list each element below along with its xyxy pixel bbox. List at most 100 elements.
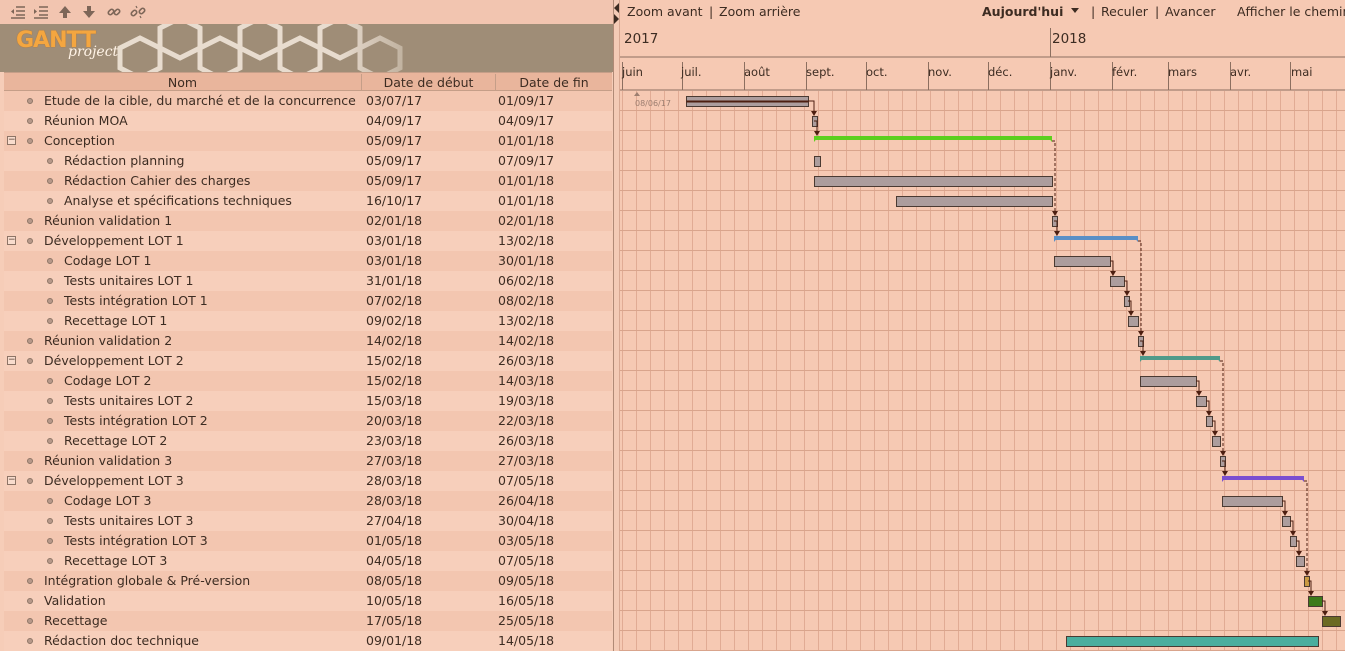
task-start-date[interactable]: 05/09/17 (366, 131, 422, 151)
task-name[interactable]: Recettage LOT 2 (64, 431, 167, 451)
table-row[interactable]: Réunion validation 1 02/01/18 02/01/18 (4, 211, 612, 231)
task-bar[interactable] (1212, 436, 1221, 447)
task-end-date[interactable]: 14/03/18 (498, 371, 554, 391)
task-bar[interactable] (814, 176, 1053, 187)
task-end-date[interactable]: 30/01/18 (498, 251, 554, 271)
task-end-date[interactable]: 08/02/18 (498, 291, 554, 311)
task-start-date[interactable]: 28/03/18 (366, 471, 422, 491)
task-end-date[interactable]: 26/03/18 (498, 431, 554, 451)
task-bar[interactable] (814, 156, 821, 167)
task-name[interactable]: Intégration globale & Pré-version (44, 571, 250, 591)
task-name[interactable]: Tests intégration LOT 3 (64, 531, 208, 551)
task-start-date[interactable]: 04/09/17 (366, 111, 422, 131)
task-start-date[interactable]: 27/04/18 (366, 511, 422, 531)
table-row[interactable]: − Développement LOT 3 28/03/18 07/05/18 (4, 471, 612, 491)
task-start-date[interactable]: 08/05/18 (366, 571, 422, 591)
table-row[interactable]: Réunion validation 3 27/03/18 27/03/18 (4, 451, 612, 471)
task-name[interactable]: Codage LOT 2 (64, 371, 152, 391)
summary-bar[interactable] (814, 136, 1052, 140)
table-row[interactable]: Etude de la cible, du marché et de la co… (4, 91, 612, 111)
task-start-date[interactable]: 04/05/18 (366, 551, 422, 571)
table-row[interactable]: Validation 10/05/18 16/05/18 (4, 591, 612, 611)
task-end-date[interactable]: 07/05/18 (498, 471, 554, 491)
task-start-date[interactable]: 05/09/17 (366, 151, 422, 171)
summary-bar[interactable] (1054, 236, 1138, 240)
task-start-date[interactable]: 15/03/18 (366, 391, 422, 411)
task-start-date[interactable]: 05/09/17 (366, 171, 422, 191)
task-end-date[interactable]: 16/05/18 (498, 591, 554, 611)
task-bar[interactable] (1290, 536, 1297, 547)
column-header-name[interactable]: Nom (4, 74, 362, 91)
summary-bar[interactable] (1222, 476, 1304, 480)
task-bar[interactable] (1222, 496, 1283, 507)
task-name[interactable]: Réunion validation 3 (44, 451, 172, 471)
task-name[interactable]: Développement LOT 3 (44, 471, 184, 491)
table-row[interactable]: Codage LOT 1 03/01/18 30/01/18 (4, 251, 612, 271)
task-end-date[interactable]: 01/01/18 (498, 171, 554, 191)
column-header-end[interactable]: Date de fin (496, 74, 612, 91)
task-end-date[interactable]: 04/09/17 (498, 111, 554, 131)
task-name[interactable]: Rédaction doc technique (44, 631, 199, 651)
unlink-icon[interactable] (130, 4, 146, 20)
critical-path-button[interactable]: Afficher le chemin critique (1237, 4, 1345, 19)
task-name[interactable]: Recettage (44, 611, 107, 631)
task-name[interactable]: Réunion MOA (44, 111, 128, 131)
task-bar[interactable] (1322, 616, 1341, 627)
table-row[interactable]: − Conception 05/09/17 01/01/18 (4, 131, 612, 151)
summary-bar[interactable] (1140, 356, 1220, 360)
table-row[interactable]: Tests unitaires LOT 1 31/01/18 06/02/18 (4, 271, 612, 291)
task-end-date[interactable]: 22/03/18 (498, 411, 554, 431)
table-row[interactable]: − Développement LOT 2 15/02/18 26/03/18 (4, 351, 612, 371)
table-row[interactable]: Recettage LOT 2 23/03/18 26/03/18 (4, 431, 612, 451)
task-bar[interactable] (896, 196, 1053, 207)
task-name[interactable]: Développement LOT 2 (44, 351, 184, 371)
table-row[interactable]: Rédaction Cahier des charges 05/09/17 01/0… (4, 171, 612, 191)
table-row[interactable]: Réunion validation 2 14/02/18 14/02/18 (4, 331, 612, 351)
task-end-date[interactable]: 07/09/17 (498, 151, 554, 171)
table-row[interactable]: Rédaction doc technique 09/01/18 14/05/18 (4, 631, 612, 651)
collapse-toggle-icon[interactable]: − (7, 236, 16, 245)
task-end-date[interactable]: 25/05/18 (498, 611, 554, 631)
table-row[interactable]: Codage LOT 2 15/02/18 14/03/18 (4, 371, 612, 391)
task-end-date[interactable]: 13/02/18 (498, 231, 554, 251)
collapse-toggle-icon[interactable]: − (7, 476, 16, 485)
gantt-chart[interactable]: 08/06/17 (620, 0, 1345, 651)
chevron-down-icon[interactable] (1070, 4, 1080, 19)
indent-icon[interactable] (33, 4, 49, 20)
back-button[interactable]: Reculer (1101, 4, 1148, 19)
task-bar[interactable] (1128, 316, 1139, 327)
task-bar[interactable] (1196, 396, 1207, 407)
task-name[interactable]: Développement LOT 1 (44, 231, 184, 251)
table-row[interactable]: Tests unitaires LOT 2 15/03/18 19/03/18 (4, 391, 612, 411)
task-name[interactable]: Etude de la cible, du marché et de la co… (44, 91, 356, 111)
table-row[interactable]: Tests intégration LOT 1 07/02/18 08/02/18 (4, 291, 612, 311)
task-name[interactable]: Recettage LOT 3 (64, 551, 167, 571)
task-name[interactable]: Validation (44, 591, 106, 611)
today-button[interactable]: Aujourd'hui (982, 4, 1063, 19)
task-start-date[interactable]: 15/02/18 (366, 371, 422, 391)
task-name[interactable]: Réunion validation 1 (44, 211, 172, 231)
table-row[interactable]: − Développement LOT 1 03/01/18 13/02/18 (4, 231, 612, 251)
task-bar[interactable] (1054, 256, 1111, 267)
task-start-date[interactable]: 15/02/18 (366, 351, 422, 371)
task-bar[interactable] (1140, 376, 1197, 387)
collapse-toggle-icon[interactable]: − (7, 136, 16, 145)
task-name[interactable]: Tests unitaires LOT 3 (64, 511, 193, 531)
task-name[interactable]: Tests unitaires LOT 2 (64, 391, 193, 411)
collapse-toggle-icon[interactable]: − (7, 356, 16, 365)
task-end-date[interactable]: 01/01/18 (498, 131, 554, 151)
task-name[interactable]: Codage LOT 1 (64, 251, 152, 271)
task-name[interactable]: Tests unitaires LOT 1 (64, 271, 193, 291)
task-bar[interactable] (1206, 416, 1213, 427)
task-start-date[interactable]: 14/02/18 (366, 331, 422, 351)
table-row[interactable]: Tests intégration LOT 2 20/03/18 22/03/18 (4, 411, 612, 431)
task-bar[interactable] (1296, 556, 1305, 567)
task-start-date[interactable]: 17/05/18 (366, 611, 422, 631)
task-start-date[interactable]: 10/05/18 (366, 591, 422, 611)
task-end-date[interactable]: 01/01/18 (498, 191, 554, 211)
move-up-icon[interactable] (57, 4, 73, 20)
task-start-date[interactable]: 03/01/18 (366, 231, 422, 251)
task-start-date[interactable]: 01/05/18 (366, 531, 422, 551)
unindent-icon[interactable] (10, 4, 26, 20)
task-name[interactable]: Tests intégration LOT 1 (64, 291, 208, 311)
